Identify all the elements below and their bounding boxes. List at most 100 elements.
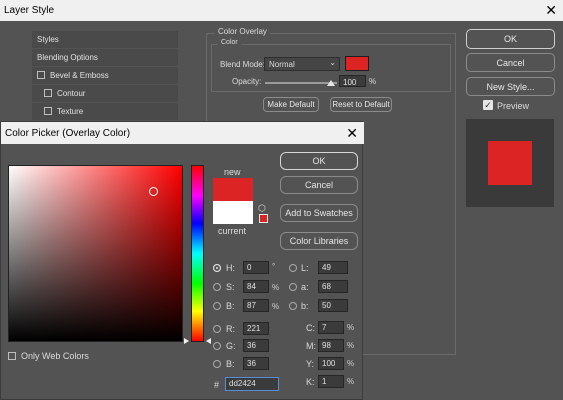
current-label: current (218, 226, 247, 236)
sidebar-item-label: Styles (37, 35, 59, 44)
close-icon[interactable]: ✕ (346, 125, 358, 142)
add-to-swatches-button[interactable]: Add to Swatches (280, 204, 358, 222)
overlay-color-swatch[interactable] (345, 56, 369, 71)
new-label: new (224, 167, 241, 177)
lab-l-radio[interactable] (289, 264, 297, 272)
saturation-unit: % (272, 283, 280, 292)
cancel-button[interactable]: Cancel (280, 176, 358, 194)
lab-l-input[interactable]: 49 (318, 261, 348, 274)
color-heading: Color (218, 39, 241, 46)
opacity-slider-handle[interactable] (327, 80, 335, 86)
color-overlay-heading: Color Overlay (215, 27, 270, 36)
layer-style-titlebar: Layer Style ✕ (0, 0, 563, 21)
chevron-down-icon: ⌄ (329, 58, 336, 67)
sidebar-item-texture[interactable]: Texture (32, 103, 178, 120)
magenta-label: M: (306, 341, 316, 351)
ok-button[interactable]: OK (280, 152, 358, 170)
magenta-input[interactable]: 98 (318, 339, 344, 352)
cyan-unit: % (347, 323, 355, 332)
yellow-input[interactable]: 100 (318, 357, 344, 370)
ok-button[interactable]: OK (466, 29, 555, 49)
sidebar-item-label: Contour (57, 89, 86, 98)
only-web-colors-label: Only Web Colors (21, 351, 89, 361)
cancel-button[interactable]: Cancel (466, 53, 555, 72)
hue-unit: ° (272, 262, 276, 271)
lab-a-input[interactable]: 68 (318, 280, 348, 293)
lab-b-input[interactable]: 50 (318, 299, 348, 312)
color-picker-titlebar: Color Picker (Overlay Color) ✕ (1, 122, 364, 144)
opacity-label: Opacity: (232, 77, 262, 86)
color-libraries-button[interactable]: Color Libraries (280, 232, 358, 250)
red-label: R: (226, 324, 235, 334)
blend-mode-label: Blend Mode: (220, 60, 265, 69)
preview-box (466, 119, 554, 207)
blend-mode-value: Normal (269, 60, 295, 69)
cube-icon[interactable]: ⬡ (258, 203, 266, 214)
new-color-swatch (213, 178, 253, 201)
lab-b-label: b: (301, 301, 309, 311)
green-input[interactable]: 36 (243, 339, 269, 352)
sidebar-item-label: Bevel & Emboss (50, 71, 109, 80)
make-default-button[interactable]: Make Default (263, 97, 319, 112)
sidebar-item-styles[interactable]: Styles (32, 31, 178, 48)
saturation-input[interactable]: 84 (243, 280, 269, 293)
saturation-label: S: (226, 282, 235, 292)
checkbox[interactable] (37, 71, 45, 79)
lab-a-radio[interactable] (289, 283, 297, 291)
checkbox[interactable] (44, 89, 52, 97)
color-picker-title: Color Picker (Overlay Color) (5, 128, 131, 139)
brightness-input[interactable]: 87 (243, 299, 269, 312)
layer-style-title: Layer Style (4, 5, 55, 16)
opacity-input[interactable]: 100 (339, 75, 366, 87)
brightness-unit: % (272, 302, 280, 311)
red-radio[interactable] (213, 325, 221, 333)
hue-radio[interactable] (213, 264, 221, 272)
lab-a-label: a: (301, 282, 309, 292)
lab-l-label: L: (301, 263, 309, 273)
preview-label: Preview (497, 101, 530, 111)
opacity-unit: % (369, 77, 377, 86)
web-safe-swatch[interactable] (259, 214, 268, 223)
lab-b-radio[interactable] (289, 302, 297, 310)
green-label: G: (226, 341, 236, 351)
red-input[interactable]: 221 (243, 322, 269, 335)
new-style-button[interactable]: New Style... (466, 77, 555, 96)
current-color-swatch[interactable] (213, 201, 253, 224)
sidebar-item-blending-options[interactable]: Blending Options (32, 49, 178, 66)
sidebar-item-label: Blending Options (37, 53, 98, 62)
brightness-label: B: (226, 301, 235, 311)
color-field-cursor[interactable] (149, 187, 158, 196)
sidebar-item-label: Texture (57, 107, 84, 116)
hex-label: # (214, 380, 220, 390)
blue-label: B: (226, 359, 235, 369)
magenta-unit: % (347, 341, 355, 350)
brightness-radio[interactable] (213, 302, 221, 310)
black-label: K: (306, 377, 315, 387)
black-input[interactable]: 1 (318, 375, 344, 388)
yellow-label: Y: (306, 359, 315, 369)
blue-input[interactable]: 36 (243, 357, 269, 370)
cyan-input[interactable]: 7 (318, 321, 344, 334)
hue-slider-left-handle[interactable] (184, 338, 189, 344)
sidebar-item-bevel-emboss[interactable]: Bevel & Emboss (32, 67, 178, 84)
hue-slider[interactable] (191, 165, 204, 342)
yellow-unit: % (347, 359, 355, 368)
preview-checkbox[interactable]: ✓ (483, 100, 493, 110)
saturation-radio[interactable] (213, 283, 221, 291)
hue-label: H: (226, 263, 235, 273)
blend-mode-select[interactable]: Normal ⌄ (264, 57, 340, 71)
black-unit: % (347, 377, 355, 386)
blue-radio[interactable] (213, 360, 221, 368)
checkbox[interactable] (44, 107, 52, 115)
hex-input[interactable]: dd2424 (225, 377, 279, 391)
color-picker-dialog: Color Picker (Overlay Color) ✕ new curre… (0, 121, 364, 400)
preview-swatch (488, 141, 532, 185)
reset-to-default-button[interactable]: Reset to Default (330, 97, 392, 112)
sidebar-item-contour[interactable]: Contour (32, 85, 178, 102)
hue-input[interactable]: 0 (243, 261, 269, 274)
only-web-colors-checkbox[interactable] (8, 352, 16, 360)
hue-slider-right-handle[interactable] (206, 338, 211, 344)
green-radio[interactable] (213, 342, 221, 350)
close-icon[interactable]: ✕ (545, 2, 557, 19)
saturation-brightness-field[interactable] (8, 165, 183, 342)
